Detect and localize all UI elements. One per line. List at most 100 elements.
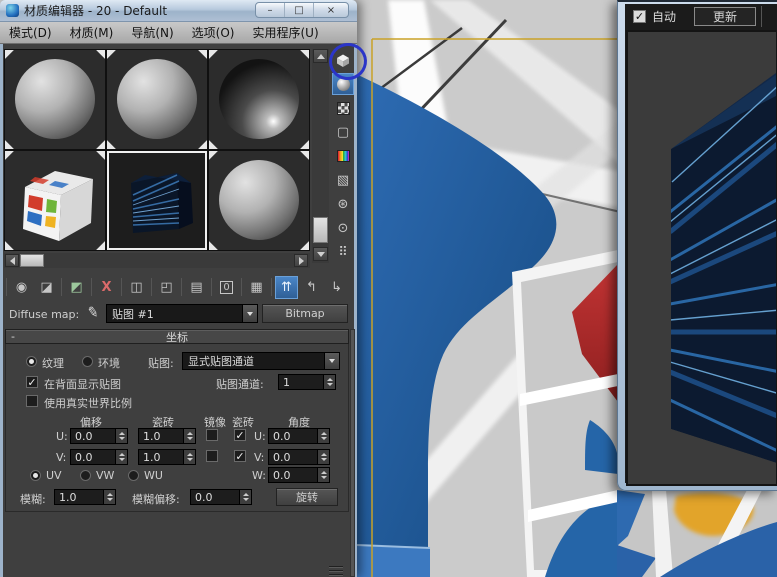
- show-end-result-button[interactable]: ⇈: [275, 276, 298, 299]
- v-tile-checkbox[interactable]: ✓: [234, 450, 246, 462]
- spinner-arrows[interactable]: [103, 490, 115, 504]
- v-offset-spinner[interactable]: 0.0: [70, 449, 128, 465]
- filmstrip-icon: ▧: [337, 173, 349, 188]
- toolbar-separator: [181, 278, 182, 296]
- scroll-down-button[interactable]: [313, 247, 328, 261]
- material-id-channel-button[interactable]: 0: [215, 276, 238, 299]
- rotate-button-label: 旋转: [296, 489, 318, 505]
- spinner-up-icon: [321, 471, 327, 474]
- uv-radio[interactable]: [30, 470, 41, 481]
- reset-x-icon: X: [101, 280, 111, 295]
- scroll-right-button[interactable]: [294, 254, 308, 267]
- app-icon: [6, 4, 19, 17]
- map-channel-mode-combo[interactable]: 显式贴图通道: [182, 352, 340, 370]
- spinner-arrows[interactable]: [115, 429, 127, 443]
- spinner-arrows[interactable]: [183, 429, 195, 443]
- sample-slot-blue-streak-cube-selected[interactable]: [107, 151, 207, 250]
- reset-map-button[interactable]: X: [95, 276, 118, 299]
- sample-slot-sphere-dark[interactable]: [209, 50, 309, 149]
- show-shaded-material-in-viewport-button[interactable]: ▦: [245, 276, 268, 299]
- v-mirror-checkbox[interactable]: [206, 450, 218, 462]
- u-offset-spinner[interactable]: 0.0: [70, 428, 128, 444]
- video-color-check-button[interactable]: [332, 145, 354, 167]
- menu-mode[interactable]: 模式(D): [0, 24, 61, 41]
- tile-header: 瓷砖: [232, 414, 254, 430]
- update-button[interactable]: 更新: [694, 7, 756, 26]
- wu-radio[interactable]: [128, 470, 139, 481]
- minimize-button[interactable]: –: [256, 3, 285, 17]
- combo-dropdown-button[interactable]: [324, 353, 339, 369]
- vertical-scroll-thumb[interactable]: [313, 217, 328, 243]
- copy-icon: ◫: [130, 280, 142, 295]
- sample-slot-sphere-3[interactable]: [209, 151, 309, 250]
- sample-slot-sphere-1[interactable]: [5, 50, 105, 149]
- show-map-on-back-checkbox[interactable]: ✓: [26, 376, 38, 388]
- rotate-button[interactable]: 旋转: [276, 488, 338, 506]
- pick-material-eyedropper-icon[interactable]: ✎: [86, 304, 100, 322]
- map-name-combo[interactable]: 贴图 #1: [106, 304, 258, 323]
- v-angle-spinner[interactable]: 0.0: [268, 449, 330, 465]
- close-button[interactable]: ×: [314, 3, 348, 17]
- material-map-navigator-button[interactable]: ⠿: [332, 241, 354, 263]
- sample-slot-windows-cube[interactable]: [5, 151, 105, 250]
- go-forward-to-sibling-button[interactable]: ↳: [325, 276, 348, 299]
- combo-dropdown-button[interactable]: [242, 305, 257, 322]
- background-button[interactable]: [332, 97, 354, 119]
- u-tiling-spinner[interactable]: 1.0: [138, 428, 196, 444]
- parameters-scrollbar[interactable]: [350, 329, 355, 577]
- u-angle-spinner[interactable]: 0.0: [268, 428, 330, 444]
- spinner-arrows[interactable]: [239, 490, 251, 504]
- title-bar[interactable]: 材质编辑器 - 20 - Default – □ ×: [0, 0, 357, 22]
- spinner-arrows[interactable]: [317, 450, 329, 464]
- scroll-left-button[interactable]: [5, 254, 19, 267]
- horizontal-scroll-thumb[interactable]: [20, 254, 44, 267]
- blur-offset-spinner[interactable]: 0.0: [190, 489, 252, 505]
- make-unique-button[interactable]: ◰: [155, 276, 178, 299]
- scroll-up-button[interactable]: [313, 49, 328, 63]
- sample-uv-tiling-button[interactable]: ▢: [332, 121, 354, 143]
- menu-navigation[interactable]: 导航(N): [122, 24, 182, 41]
- spinner-arrows[interactable]: [183, 450, 195, 464]
- generate-preview-button[interactable]: ▧: [332, 169, 354, 191]
- texture-radio[interactable]: [26, 356, 37, 367]
- coordinates-rollout-header[interactable]: - 坐标: [5, 329, 349, 344]
- bitmap-type-button[interactable]: Bitmap: [262, 304, 348, 323]
- menu-utilities[interactable]: 实用程序(U): [243, 24, 327, 41]
- w-angle-spinner[interactable]: 0.0: [268, 467, 330, 483]
- slots-horizontal-scrollbar[interactable]: [4, 253, 310, 268]
- spinner-up-icon: [187, 432, 193, 435]
- slots-vertical-scrollbar[interactable]: [312, 49, 329, 263]
- assign-material-to-selection-button[interactable]: ◩: [65, 276, 88, 299]
- map-channel-value: 1: [279, 376, 323, 389]
- use-real-world-scale-checkbox[interactable]: [26, 395, 38, 407]
- spinner-down-icon: [327, 383, 333, 386]
- put-to-library-button[interactable]: ▤: [185, 276, 208, 299]
- sample-slot-sphere-2[interactable]: [107, 50, 207, 149]
- resize-grip[interactable]: [329, 574, 343, 575]
- resize-grip[interactable]: [329, 570, 343, 571]
- u-tile-checkbox[interactable]: ✓: [234, 429, 246, 441]
- spinner-arrows[interactable]: [317, 429, 329, 443]
- resize-grip[interactable]: [329, 566, 343, 567]
- render-map-panel: ✓ 自动 更新: [617, 0, 777, 491]
- auto-checkbox[interactable]: ✓: [633, 10, 646, 23]
- restore-button[interactable]: □: [285, 3, 314, 17]
- spinner-up-icon: [107, 493, 113, 496]
- make-material-copy-button[interactable]: ◫: [125, 276, 148, 299]
- options-button[interactable]: ⊛: [332, 193, 354, 215]
- get-material-button[interactable]: ◉: [10, 276, 33, 299]
- menu-material[interactable]: 材质(M): [61, 24, 123, 41]
- environment-radio[interactable]: [82, 356, 93, 367]
- blur-spinner[interactable]: 1.0: [54, 489, 116, 505]
- spinner-arrows[interactable]: [323, 375, 335, 389]
- map-channel-spinner[interactable]: 1: [278, 374, 336, 390]
- u-mirror-checkbox[interactable]: [206, 429, 218, 441]
- spinner-arrows[interactable]: [115, 450, 127, 464]
- go-to-parent-button[interactable]: ↰: [300, 276, 323, 299]
- put-material-to-scene-button[interactable]: ◪: [35, 276, 58, 299]
- select-by-material-button[interactable]: ⊙: [332, 217, 354, 239]
- vw-radio[interactable]: [80, 470, 91, 481]
- v-tiling-spinner[interactable]: 1.0: [138, 449, 196, 465]
- menu-options[interactable]: 选项(O): [183, 24, 244, 41]
- spinner-arrows[interactable]: [317, 468, 329, 482]
